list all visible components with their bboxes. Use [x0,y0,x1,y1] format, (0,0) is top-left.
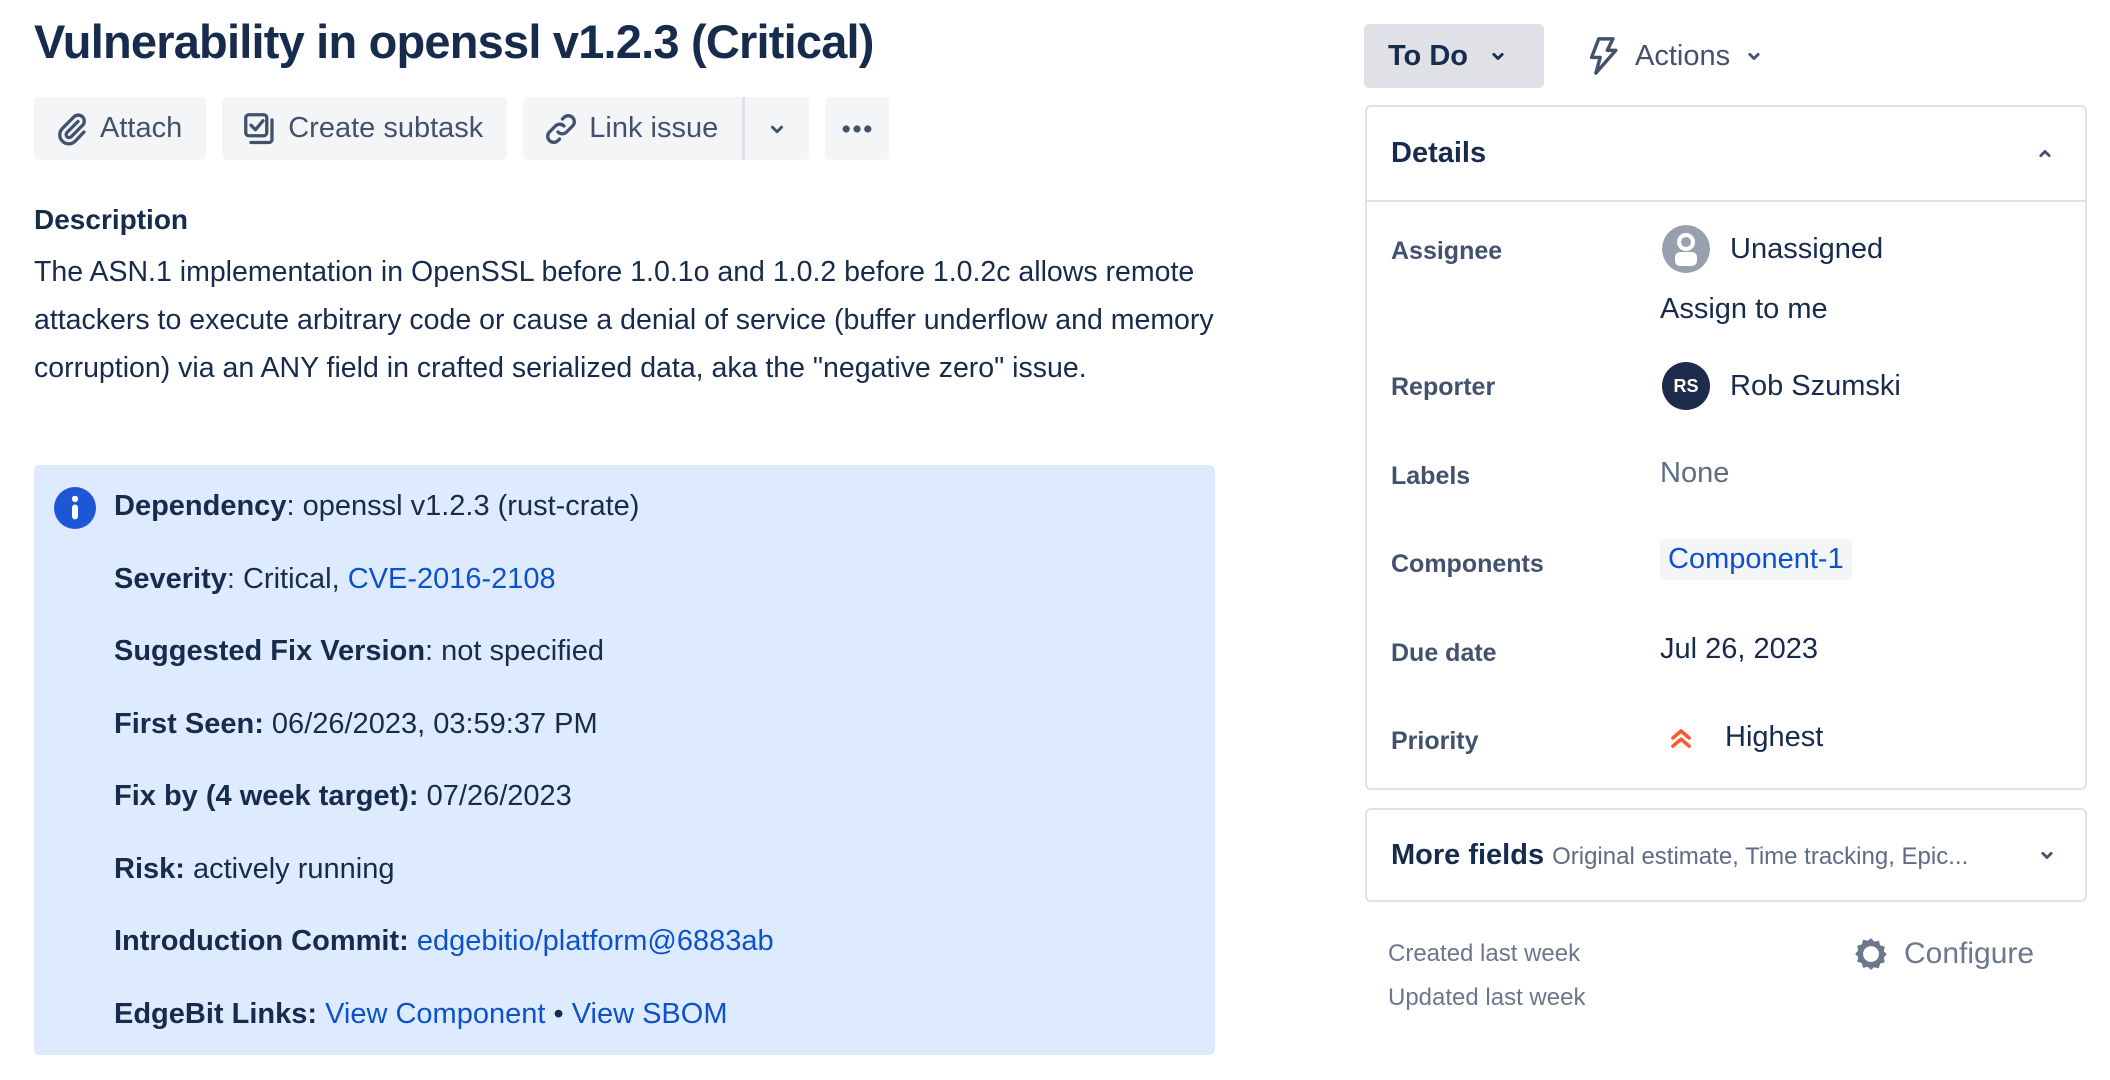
chevron-down-icon [1492,52,1504,60]
commit-link[interactable]: edgebitio/platform@6883ab [417,925,774,957]
more-horizontal-icon [842,124,872,133]
cve-link[interactable]: CVE-2016-2108 [348,563,556,595]
more-fields-panel[interactable]: More fields Original estimate, Time track… [1365,808,2087,902]
severity-value: Critical, [234,562,348,595]
attach-button[interactable]: Attach [34,97,207,160]
updated-text: Updated last week [1388,984,1586,1011]
severity-label: Severity [114,562,227,595]
description-label: Description [34,204,189,235]
labels-value[interactable]: None [1660,457,1729,490]
create-subtask-button[interactable]: Create subtask [222,97,508,160]
attach-label: Attach [100,112,183,144]
dependency-label: Dependency [114,490,287,522]
chevron-down-icon[interactable] [2037,845,2057,865]
dependency-value: openssl v1.2.3 (rust-crate) [294,490,640,522]
reporter-value[interactable]: RS Rob Szumski [1662,362,1901,410]
fix-by-value: 07/26/2023 [418,780,572,812]
fix-by-row: Fix by (4 week target): 07/26/2023 [114,773,774,846]
chevron-up-icon[interactable] [2035,144,2055,164]
priority-value[interactable]: Highest [1667,721,1823,754]
link-issue-split-button: Link issue [523,97,810,160]
details-panel: Details Assignee Unassigned Assign to me… [1365,105,2087,790]
first-seen-row: First Seen: 06/26/2023, 03:59:37 PM [114,701,774,774]
severity-row: Severity: Critical, CVE-2016-2108 [114,556,774,629]
suggested-fix-row: Suggested Fix Version: not specified [114,628,774,701]
due-date-value[interactable]: Jul 26, 2023 [1660,633,1818,666]
reporter-label: Reporter [1391,373,1496,401]
priority-label: Priority [1391,727,1479,755]
risk-row: Risk: actively running [114,846,774,919]
view-sbom-link[interactable]: View SBOM [572,998,728,1030]
details-header[interactable]: Details [1367,107,2085,202]
link-issue-button[interactable]: Link issue [523,97,742,160]
details-title: Details [1391,137,1487,169]
dependency-row: Dependency: openssl v1.2.3 (rust-crate) [114,483,774,556]
due-date-label: Due date [1391,639,1497,667]
assign-to-me-link[interactable]: Assign to me [1660,293,1828,326]
created-text: Created last week [1388,940,1581,967]
actions-label: Actions [1635,39,1731,72]
issue-toolbar: Attach Create subtask Link issue [34,97,890,160]
issue-title[interactable]: Vulnerability in openssl v1.2.3 (Critica… [34,14,874,69]
separator: : [226,562,235,595]
assignee-value[interactable]: Unassigned [1662,225,1883,273]
components-value[interactable]: Component-1 [1660,539,1852,580]
info-icon [54,487,96,529]
components-label: Components [1391,550,1544,578]
description-text[interactable]: The ASN.1 implementation in OpenSSL befo… [34,248,1234,392]
assignee-label: Assignee [1391,237,1503,265]
reporter-avatar: RS [1662,362,1710,410]
more-actions-button[interactable] [825,97,890,160]
separator: : [425,635,434,667]
component-tag[interactable]: Component-1 [1660,539,1852,580]
separator: : [286,490,295,522]
paperclip-icon [58,113,86,145]
link-issue-dropdown-button[interactable] [745,97,809,160]
more-fields-header: More fields Original estimate, Time track… [1391,839,1968,872]
priority-text: Highest [1725,721,1824,753]
labels-label: Labels [1391,462,1471,490]
risk-label: Risk: [114,852,185,885]
reporter-name: Rob Szumski [1730,369,1901,402]
edgebit-links-label: EdgeBit Links: [114,997,318,1030]
risk-value: actively running [184,852,395,885]
lightning-bolt-icon [1589,37,1618,75]
suggested-fix-value: not specified [433,635,604,667]
configure-button[interactable]: Configure [1852,935,2034,973]
intro-commit-label: Introduction Commit: [114,925,409,957]
actions-dropdown[interactable]: Actions [1585,24,1764,88]
create-subtask-label: Create subtask [288,112,484,144]
gear-icon [1855,938,1887,970]
suggested-fix-label: Suggested Fix Version [114,635,426,667]
bullet-separator: • [545,997,572,1030]
link-icon [546,113,577,144]
first-seen-value: 06/26/2023, 03:59:37 PM [263,707,598,740]
edgebit-links-row: EdgeBit Links: View Component • View SBO… [114,991,774,1064]
configure-label: Configure [1904,937,2035,970]
chevron-down-icon [771,125,784,133]
subtask-icon [244,112,274,144]
intro-commit-row: Introduction Commit: edgebitio/platform@… [114,918,774,991]
view-component-link[interactable]: View Component [325,998,545,1030]
fix-by-label: Fix by (4 week target): [114,780,419,812]
link-issue-label: Link issue [589,112,719,144]
priority-highest-icon [1671,728,1691,748]
info-panel: Dependency: openssl v1.2.3 (rust-crate) … [34,465,1215,1055]
more-fields-summary: Original estimate, Time tracking, Epic..… [1552,842,1969,870]
status-dropdown[interactable]: To Do [1364,24,1544,88]
unassigned-avatar-icon [1662,225,1710,273]
more-fields-label: More fields [1391,838,1545,871]
status-label: To Do [1388,39,1468,72]
chevron-down-icon [1748,52,1760,60]
assignee-name: Unassigned [1730,232,1884,265]
first-seen-label: First Seen: [114,707,264,740]
